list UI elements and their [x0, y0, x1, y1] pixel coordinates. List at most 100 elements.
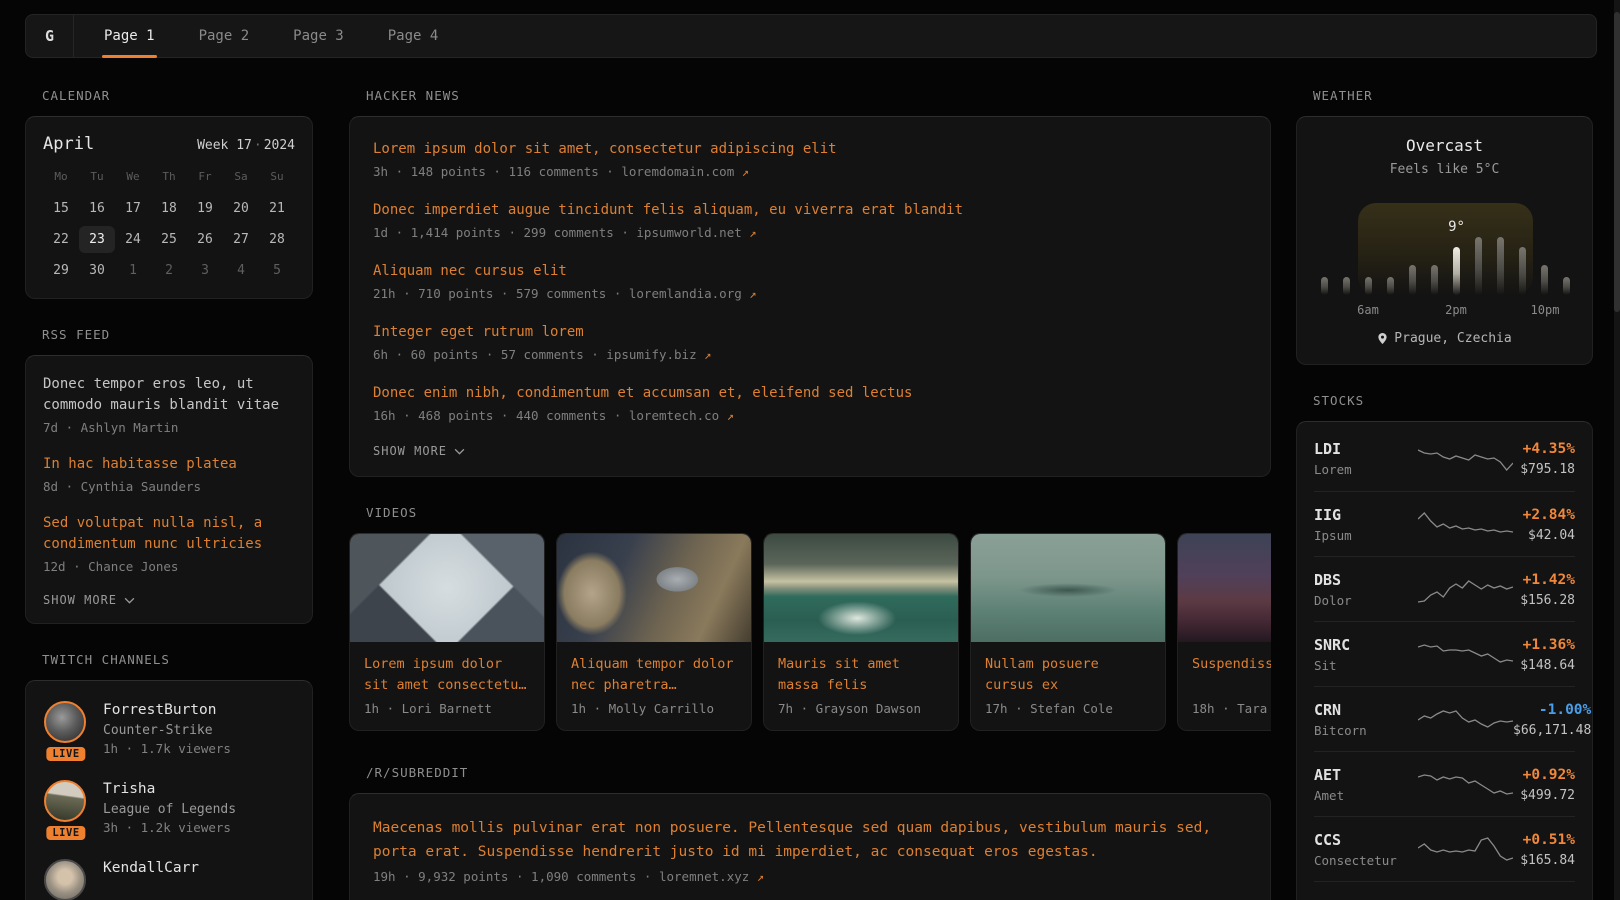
rss-item-meta: 8d · Cynthia Saunders [43, 479, 295, 494]
twitch-channel[interactable]: LIVE ForrestBurton Counter-Strike 1h · 1… [43, 701, 295, 756]
video-title-link[interactable]: Lorem ipsum dolor sit amet consectetu… [364, 654, 530, 696]
channel-name: KendallCarr [103, 859, 199, 877]
stock-row[interactable]: IIG Ipsum +2.84% $42.04 [1314, 491, 1575, 556]
stock-row[interactable]: CRN Bitcorn -1.00% $66,171.48 [1314, 686, 1575, 751]
video-meta: 1h · Lori Barnett [364, 701, 530, 716]
tab-page-2[interactable]: Page 2 [177, 15, 272, 57]
tab-page-4[interactable]: Page 4 [366, 15, 461, 57]
weather-feels-like: Feels like 5°C [1321, 162, 1568, 177]
stock-sparkline [1418, 704, 1513, 734]
stock-row[interactable]: LDI Lorem +4.35% $795.18 [1314, 426, 1575, 491]
hackernews-section-title: HACKER NEWS [366, 88, 1271, 104]
video-title-link[interactable]: Nullam posuere cursus ex [985, 654, 1151, 696]
reddit-post: Maecenas mollis pulvinar erat non posuer… [373, 816, 1247, 884]
rss-item: Sed volutpat nulla nisl, a condimentum n… [43, 513, 295, 574]
weather-bar [1365, 277, 1372, 295]
stock-name: Sit [1314, 658, 1418, 673]
calendar-week-year: Week 17·2024 [197, 138, 295, 153]
avatar [44, 780, 86, 822]
twitch-channel[interactable]: KendallCarr [43, 859, 295, 900]
hackernews-section: HACKER NEWS Lorem ipsum dolor sit amet, … [349, 88, 1271, 477]
hn-show-more-button[interactable]: SHOW MORE [373, 444, 1247, 458]
rss-section-title: RSS FEED [42, 327, 313, 343]
rss-item-link[interactable]: Donec tempor eros leo, ut commodo mauris… [43, 374, 295, 416]
hn-item-meta: 6h · 60 points · 57 comments · ipsumify.… [373, 347, 1247, 362]
calendar-grid: Mo Tu We Th Fr Sa Su 15 16 17 18 19 20 2… [43, 170, 295, 284]
app-logo[interactable]: G [26, 15, 74, 57]
video-title-link[interactable]: Mauris sit amet massa felis [778, 654, 944, 696]
subreddit-section: /R/SUBREDDIT Maecenas mollis pulvinar er… [349, 765, 1271, 900]
stock-row[interactable]: DBS Dolor +1.42% $156.28 [1314, 556, 1575, 621]
hn-item-link[interactable]: Donec enim nibh, condimentum et accumsan… [373, 383, 1247, 404]
hn-item: Donec enim nibh, condimentum et accumsan… [373, 383, 1247, 423]
stock-name: Lorem [1314, 462, 1418, 477]
video-title-link[interactable]: Suspendisse diam [1192, 654, 1271, 696]
video-card[interactable]: Suspendisse diam 18h · Tara [1177, 533, 1271, 731]
video-meta: 18h · Tara [1192, 701, 1271, 716]
weather-bar [1497, 237, 1504, 295]
tab-page-1[interactable]: Page 1 [82, 15, 177, 57]
stock-symbol: CRN [1314, 701, 1418, 720]
stock-price: $42.04 [1513, 528, 1575, 543]
calendar-day-next-month: 2 [151, 257, 187, 284]
scrollbar-thumb[interactable] [1614, 12, 1620, 312]
rss-item-link[interactable]: Sed volutpat nulla nisl, a condimentum n… [43, 513, 295, 555]
scrollbar[interactable] [1614, 0, 1620, 900]
stock-symbol: LDI [1314, 440, 1418, 459]
external-link-icon[interactable]: ↗ [742, 165, 749, 179]
video-card[interactable]: Mauris sit amet massa felis 7h · Grayson… [763, 533, 959, 731]
stock-row[interactable]: SNRC Sit +1.36% $148.64 [1314, 621, 1575, 686]
subreddit-widget: Maecenas mollis pulvinar erat non posuer… [349, 793, 1271, 900]
weather-bar [1321, 277, 1328, 295]
page-tabs: Page 1 Page 2 Page 3 Page 4 [82, 15, 460, 57]
weekday-label: Fr [187, 170, 223, 191]
tab-page-3[interactable]: Page 3 [271, 15, 366, 57]
stock-sparkline [1418, 574, 1513, 604]
stock-row[interactable]: CCS Consectetur +0.51% $165.84 [1314, 816, 1575, 881]
hackernews-widget: Lorem ipsum dolor sit amet, consectetur … [349, 116, 1271, 477]
rss-item-meta: 7d · Ashlyn Martin [43, 420, 295, 435]
video-title-link[interactable]: Aliquam tempor dolor nec pharetra… [571, 654, 737, 696]
rss-item: Donec tempor eros leo, ut commodo mauris… [43, 374, 295, 435]
weather-hour-axis: 6am 2pm 10pm [1321, 303, 1570, 317]
weather-bar-current [1453, 247, 1460, 295]
video-card[interactable]: Lorem ipsum dolor sit amet consectetu… 1… [349, 533, 545, 731]
stock-row[interactable]: AHS +0.46% [1314, 881, 1575, 900]
hn-item-link[interactable]: Integer eget rutrum lorem [373, 322, 1247, 343]
top-navbar: G Page 1 Page 2 Page 3 Page 4 [25, 14, 1597, 58]
stock-change: +0.92% [1513, 766, 1575, 785]
rss-show-more-button[interactable]: SHOW MORE [43, 593, 295, 607]
external-link-icon[interactable]: ↗ [749, 226, 756, 240]
weather-hourly-chart: 9° [1321, 195, 1570, 295]
external-link-icon[interactable]: ↗ [757, 870, 764, 884]
hn-item-meta: 3h · 148 points · 116 comments · loremdo… [373, 164, 1247, 179]
weekday-label: Th [151, 170, 187, 191]
stock-change: +4.35% [1513, 440, 1575, 459]
hn-item-link[interactable]: Aliquam nec cursus elit [373, 261, 1247, 282]
hn-item-link[interactable]: Lorem ipsum dolor sit amet, consectetur … [373, 139, 1247, 160]
hn-item: Aliquam nec cursus elit 21h · 710 points… [373, 261, 1247, 301]
video-card[interactable]: Aliquam tempor dolor nec pharetra… 1h · … [556, 533, 752, 731]
reddit-post-link[interactable]: Maecenas mollis pulvinar erat non posuer… [373, 816, 1247, 864]
stocks-section: STOCKS LDI Lorem +4.35% $795.18 [1296, 393, 1593, 900]
hn-item: Donec imperdiet augue tincidunt felis al… [373, 200, 1247, 240]
live-badge: LIVE [44, 745, 87, 763]
external-link-icon[interactable]: ↗ [704, 348, 711, 362]
stock-price: $66,171.48 [1513, 723, 1591, 738]
channel-game: League of Legends [103, 802, 236, 817]
twitch-channel[interactable]: LIVE Trisha League of Legends 3h · 1.2k … [43, 780, 295, 835]
stock-symbol: SNRC [1314, 636, 1418, 655]
external-link-icon[interactable]: ↗ [727, 409, 734, 423]
rss-item-link[interactable]: In hac habitasse platea [43, 454, 295, 475]
stock-row[interactable]: AET Amet +0.92% $499.72 [1314, 751, 1575, 816]
stock-change: -1.00% [1513, 701, 1591, 720]
video-meta: 17h · Stefan Cole [985, 701, 1151, 716]
external-link-icon[interactable]: ↗ [749, 287, 756, 301]
video-card[interactable]: Nullam posuere cursus ex 17h · Stefan Co… [970, 533, 1166, 731]
calendar-day: 28 [259, 226, 295, 253]
hn-item-meta: 16h · 468 points · 440 comments · loremt… [373, 408, 1247, 423]
calendar-day: 21 [259, 195, 295, 222]
weekday-label: Su [259, 170, 295, 191]
calendar-day-next-month: 4 [223, 257, 259, 284]
hn-item-link[interactable]: Donec imperdiet augue tincidunt felis al… [373, 200, 1247, 221]
